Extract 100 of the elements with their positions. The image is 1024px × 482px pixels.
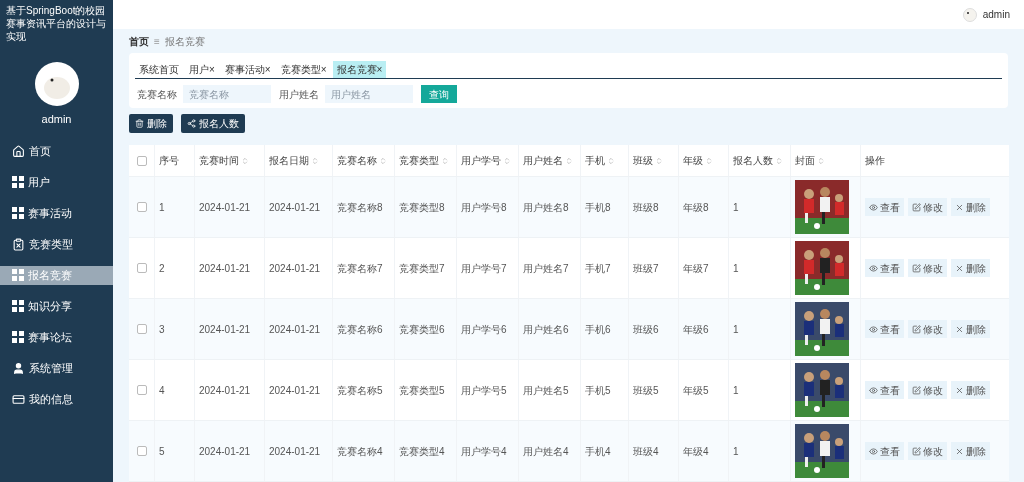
action-button[interactable]: 报名人数 [181, 114, 245, 133]
column-header[interactable]: 手机 [580, 145, 628, 176]
row-action-button[interactable]: 修改 [908, 198, 947, 216]
column-header[interactable]: 报名人数 [728, 145, 790, 176]
table-cell-text: 用户学号6 [461, 322, 507, 337]
tab[interactable]: 赛事活动× [220, 61, 275, 78]
table-cell-text: 年级8 [683, 200, 709, 215]
nav-item[interactable]: 竞赛类型 [0, 234, 113, 254]
sort-icon[interactable] [379, 156, 387, 165]
eye-icon [869, 446, 878, 456]
row-action-button[interactable]: 删除 [951, 320, 990, 338]
column-header[interactable]: 报名日期 [264, 145, 332, 176]
tab[interactable]: 报名竞赛× [332, 61, 387, 78]
table-cell-text: 竞赛类型6 [399, 322, 445, 337]
table-cell-text: 2 [159, 261, 165, 276]
table-cell-text: 竞赛名称7 [337, 261, 383, 276]
sort-icon[interactable] [241, 156, 249, 165]
sort-icon[interactable] [607, 156, 615, 165]
table-cell-text: 用户姓名4 [523, 444, 569, 459]
sort-icon[interactable] [705, 156, 713, 165]
sort-icon[interactable] [503, 156, 511, 165]
grid-icon [12, 207, 24, 219]
table-cell-text: 年级5 [683, 383, 709, 398]
column-header: 序号 [154, 145, 194, 176]
grid-icon [12, 300, 24, 312]
action-button[interactable]: 删除 [129, 114, 173, 133]
row-action-button[interactable]: 删除 [951, 442, 990, 460]
eye-icon [869, 202, 878, 212]
sort-icon[interactable] [655, 156, 663, 165]
nav-item[interactable]: 我的信息 [0, 389, 113, 409]
column-header[interactable]: 竞赛时间 [194, 145, 264, 176]
row-action-button[interactable]: 查看 [865, 320, 904, 338]
row-action-button[interactable]: 查看 [865, 381, 904, 399]
nav-item[interactable]: 赛事活动 [0, 203, 113, 223]
table-cell-text: 用户学号5 [461, 383, 507, 398]
sort-icon[interactable] [817, 156, 825, 165]
table-cell-text: 班级7 [633, 261, 659, 276]
nav-item[interactable]: 用户 [0, 172, 113, 192]
clipboard-icon [12, 237, 25, 251]
row-action-button[interactable]: 修改 [908, 320, 947, 338]
nav-item[interactable]: 系统管理 [0, 358, 113, 378]
filter-field[interactable]: 用户姓名 [325, 85, 413, 103]
row-action-button[interactable]: 查看 [865, 442, 904, 460]
column-header[interactable]: 封面 [790, 145, 860, 176]
table-cell-text: 2024-01-21 [269, 383, 321, 398]
checkbox[interactable] [136, 263, 147, 273]
sort-icon[interactable] [775, 156, 783, 165]
column-header[interactable]: 年级 [678, 145, 728, 176]
table-cell-text: 2024-01-21 [199, 444, 251, 459]
sort-icon[interactable] [565, 156, 573, 165]
column-header[interactable]: 班级 [628, 145, 678, 176]
column-header[interactable]: 竞赛名称 [332, 145, 394, 176]
eye-icon [869, 324, 878, 334]
checkbox[interactable] [136, 202, 147, 212]
checkbox[interactable] [136, 385, 147, 395]
filter-field[interactable]: 竞赛名称 [183, 85, 271, 103]
nav-item[interactable]: 赛事论坛 [0, 327, 113, 347]
table-cell-text: 竞赛类型7 [399, 261, 445, 276]
filter-label: 竞赛名称 [137, 87, 177, 102]
table-cell-text: 5 [159, 444, 165, 459]
row-action-button[interactable]: 删除 [951, 259, 990, 277]
sort-icon[interactable] [311, 156, 319, 165]
tab[interactable]: 竞赛类型× [276, 61, 331, 78]
checkbox[interactable] [136, 155, 147, 166]
row-action-button[interactable]: 删除 [951, 198, 990, 216]
nav-item[interactable]: 首页 [0, 141, 113, 161]
row-action-button[interactable]: 查看 [865, 259, 904, 277]
row-action-button[interactable]: 修改 [908, 442, 947, 460]
table-cell-text: 2024-01-21 [269, 200, 321, 215]
table-cell-text: 用户姓名6 [523, 322, 569, 337]
table-cell-text: 手机4 [585, 444, 611, 459]
nav-item[interactable]: 知识分享 [0, 296, 113, 316]
column-header[interactable]: 用户姓名 [518, 145, 580, 176]
user-icon [12, 361, 25, 375]
table-cell-text: 1 [733, 200, 739, 215]
table-cell-text: 竞赛类型8 [399, 200, 445, 215]
breadcrumb-link[interactable]: 首页 [129, 33, 149, 49]
table-cell-text: 用户学号4 [461, 444, 507, 459]
sort-icon[interactable] [441, 156, 449, 165]
column-header[interactable]: 竞赛类型 [394, 145, 456, 176]
row-action-button[interactable]: 删除 [951, 381, 990, 399]
home-icon [12, 144, 25, 158]
column-header[interactable]: 用户学号 [456, 145, 518, 176]
row-action-button[interactable]: 修改 [908, 259, 947, 277]
checkbox[interactable] [136, 446, 147, 456]
tab[interactable]: 系统首页 [135, 61, 183, 78]
table-cell-text: 1 [159, 200, 165, 215]
table-cell-text: 班级6 [633, 322, 659, 337]
table-cell-text: 班级8 [633, 200, 659, 215]
table-cell-text: 竞赛名称8 [337, 200, 383, 215]
user-name: admin [982, 8, 1010, 22]
checkbox[interactable] [136, 324, 147, 334]
grid-icon [12, 176, 24, 188]
table-cell-text: 用户学号8 [461, 200, 507, 215]
edit-icon [912, 385, 921, 395]
row-action-button[interactable]: 修改 [908, 381, 947, 399]
avatar [962, 7, 977, 22]
grid-icon [12, 331, 24, 343]
row-action-button[interactable]: 查看 [865, 198, 904, 216]
tab[interactable]: 用户× [185, 61, 219, 78]
